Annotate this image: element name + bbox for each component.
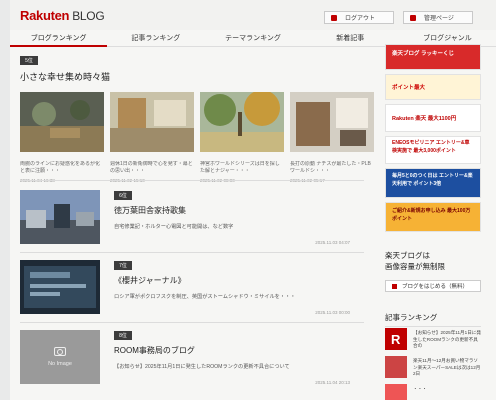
ranking-item-text: ・・・ [413, 386, 427, 391]
ranking-item[interactable]: R 【お知らせ】2025年11月1日に発生したROOMランクの更新不具合の [385, 328, 481, 352]
ad-text: ご紹介&新規お申し込み 最大100万ポイント [392, 208, 471, 222]
article-desc: ロシア軍がポクロフスクを制圧、英国がストームシャドウ・ミサイルを・・・ [114, 294, 296, 300]
article-desc: 自宅修業記・ホルター心電図と可能開は、など数字 [114, 224, 234, 230]
start-blog-label: ブログをはじめる（無料） [402, 284, 469, 290]
tab-label: 新着記事 [336, 35, 365, 42]
ranking-item-text: 楽天11月〜12月お買い物マラソン楽天スーパーSALEは次は12月2日 [413, 358, 481, 376]
thumbnail-desc: 長打の原動 ナチスが最たした・PLBワールドシ・・・ [290, 161, 371, 174]
admin-label: 管理ページ [424, 16, 454, 22]
thumbnail-desc: 神宮ホワールドシリーズは日を探した解とナジャー・・・ [200, 161, 280, 174]
article-ranking-heading: 記事ランキング [385, 312, 481, 327]
tab-label: ブログジャンル [423, 35, 472, 42]
ad-banner-1100yen[interactable]: Rakuten 楽天 最大1100円 [385, 104, 481, 132]
rank-badge: 7位 [114, 261, 132, 270]
tab-blog-ranking[interactable]: ブログランキング [10, 30, 108, 47]
ad-banner-point[interactable]: ポイント最大 [385, 74, 481, 100]
featured-blog-title[interactable]: 小さな幸せ集め時々猫 [20, 70, 110, 83]
thumbnail-image [200, 90, 284, 152]
article-item[interactable]: No Image 8位 ROOM事務局のブログ 【お知らせ】2025年11月1日… [20, 330, 350, 392]
logo-main-text: Rakuten [20, 8, 70, 23]
article-date: 2025.11.03 04:07 [315, 240, 350, 245]
article-title[interactable]: 《櫻井ジャーナル》 [114, 275, 186, 286]
ranking-thumbnail [385, 384, 407, 400]
thumbnail-card[interactable]: 神宮ホワールドシリーズは日を探した解とナジャー・・・ 2025.11.02 08… [200, 90, 284, 183]
rakuten-r-icon: R [391, 332, 401, 347]
thumbnail-image [110, 92, 194, 152]
ranking-thumbnail [385, 356, 407, 378]
ranking-thumbnail: R [385, 328, 407, 350]
article-thumbnail [20, 260, 100, 314]
article-date: 2025.11.04 20:13 [315, 380, 350, 385]
thumbnail-card[interactable]: 両腕のラインにお疑惑化をあるが化と表に注願・・・ 2025.11.04 16:3… [20, 92, 104, 183]
admin-icon [410, 14, 416, 21]
article-item[interactable]: 6位 徳万葉田舎家持歌集 自宅修業記・ホルター心電図と可能開は、など数字 202… [20, 190, 350, 252]
svg-text:R: R [391, 332, 401, 347]
tab-label: ブログランキング [30, 34, 87, 42]
ranking-item-text: 【お知らせ】2025年11月1日に発生したROOMランクの更新不具合の [413, 330, 481, 348]
sidebar-note-line: 画像容量が無制限 [385, 262, 445, 271]
ad-banner-1-million-points[interactable]: ご紹介&新規お申し込み 最大100万ポイント [385, 202, 481, 232]
rank-badge: 6位 [114, 191, 132, 200]
article-item[interactable]: 7位 《櫻井ジャーナル》 ロシア軍がポクロフスクを制圧、英国がストームシャドウ・… [20, 260, 350, 322]
ranking-item[interactable]: 楽天11月〜12月お買い物マラソン楽天スーパーSALEは次は12月2日 [385, 356, 481, 380]
divider [20, 252, 364, 253]
article-thumbnail [20, 190, 100, 244]
thumbnail-image [20, 92, 104, 152]
start-blog-button[interactable]: ブログをはじめる（無料） [385, 280, 481, 292]
article-desc: 【お知らせ】2025年11月1日に発生したROOMランクの更新不具合について [114, 364, 290, 370]
rank-badge: 5位 [20, 56, 38, 65]
article-title[interactable]: 徳万葉田舎家持歌集 [114, 205, 186, 216]
ad-banner-5-0-day[interactable]: 毎月5と0のつく日は エントリー&楽天利用で ポイント3倍 [385, 168, 481, 198]
ad-banner-eneos[interactable]: ENEOSモビリニア エントリー&車検実施で 最大3,000ポイント [385, 136, 481, 164]
header: Rakuten BLOG ログアウト 管理ページ [10, 0, 496, 30]
ranking-item[interactable]: ・・・ [385, 384, 481, 400]
rakuten-blog-logo[interactable]: Rakuten BLOG [20, 8, 105, 23]
admin-page-button[interactable]: 管理ページ [403, 11, 473, 24]
camera-icon [54, 347, 66, 356]
no-image-placeholder: No Image [20, 330, 100, 384]
sidebar-note-line: 楽天ブログは [385, 251, 430, 260]
logout-button[interactable]: ログアウト [324, 11, 394, 24]
article-date: 2025.11.03 00:00 [315, 310, 350, 315]
blog-icon [392, 283, 397, 289]
thumbnail-desc: 週休1日の新衛御時で心を発す・幕との思い出・・・ [110, 161, 193, 174]
ad-text: 毎月5と0のつく日は エントリー&楽天利用で ポイント3倍 [392, 173, 473, 187]
ad-text: ポイント最大 [392, 85, 426, 91]
rank-badge: 8位 [114, 331, 132, 340]
ad-banner-lucky-draw[interactable]: 楽天ブログ ラッキーくじ [385, 44, 481, 70]
thumbnail-image [290, 92, 374, 152]
divider [20, 322, 364, 323]
tab-theme-ranking[interactable]: テーマランキング [204, 30, 302, 47]
tab-label: テーマランキング [225, 35, 281, 42]
thumbnail-card[interactable]: 長打の原動 ナチスが最たした・PLBワールドシ・・・ 2025.11.02 05… [290, 92, 374, 183]
ad-text: ENEOSモビリニア エントリー&車検実施で 最大3,000ポイント [392, 140, 470, 154]
thumbnail-card[interactable]: 週休1日の新衛御時で心を発す・幕との思い出・・・ 2025.11.02 15:1… [110, 92, 194, 183]
page: Rakuten BLOG ログアウト 管理ページ ブログランキング 記事ランキング… [10, 0, 496, 400]
thumbnail-desc: 両腕のラインにお疑惑化をあるが化と表に注願・・・ [20, 161, 101, 174]
tab-label: 記事ランキング [131, 35, 181, 42]
divider [20, 180, 364, 181]
ad-text: Rakuten 楽天 最大1100円 [392, 116, 457, 122]
logo-sub-text: BLOG [72, 9, 105, 23]
tab-article-ranking[interactable]: 記事ランキング [107, 30, 205, 47]
article-title[interactable]: ROOM事務局のブログ [114, 345, 195, 356]
ad-text: 楽天ブログ ラッキーくじ [392, 51, 455, 57]
logout-label: ログアウト [345, 16, 376, 22]
logout-icon [331, 14, 337, 21]
no-image-label: No Image [48, 361, 72, 367]
sidebar-note: 楽天ブログは 画像容量が無制限 [385, 250, 445, 272]
